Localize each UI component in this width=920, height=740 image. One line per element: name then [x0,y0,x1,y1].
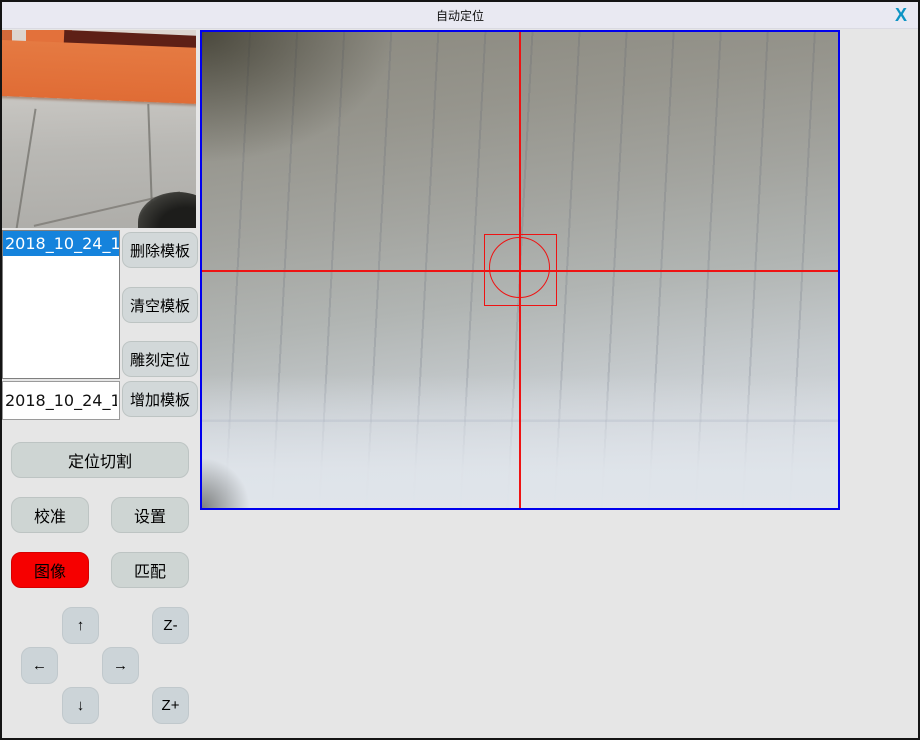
thumbnail-tile-line [147,104,152,204]
auto-position-dialog: 自动定位 X 2018_10_24_11 删除模板 清空模板 雕刻定位 增加模板… [0,0,920,740]
calibrate-button[interactable]: 校准 [11,497,89,533]
titlebar: 自动定位 X [2,2,918,29]
thumbnail-dark-object [138,192,196,228]
camera-live-view[interactable] [200,30,840,510]
jog-down-button[interactable]: ↓ [62,687,99,724]
delete-template-button[interactable]: 删除模板 [122,232,198,268]
settings-button[interactable]: 设置 [111,497,189,533]
jog-up-button[interactable]: ↑ [62,607,99,644]
thumbnail-tile-line [13,109,36,228]
close-icon[interactable]: X [889,3,913,27]
list-item[interactable]: 2018_10_24_11 [3,231,119,256]
jog-right-button[interactable]: → [102,647,139,684]
thumbnail-orange-beam [2,40,196,104]
image-button-active[interactable]: 图像 [11,552,89,588]
template-name-input[interactable] [2,381,120,420]
add-template-button[interactable]: 增加模板 [122,381,198,417]
match-button[interactable]: 匹配 [111,552,189,588]
jog-z-minus-button[interactable]: Z- [152,607,189,644]
jog-z-plus-button[interactable]: Z+ [152,687,189,724]
page-title: 自动定位 [436,7,484,24]
position-cut-button[interactable]: 定位切割 [11,442,189,478]
clear-templates-button[interactable]: 清空模板 [122,287,198,323]
jog-left-button[interactable]: ← [21,647,58,684]
template-thumbnail-image [2,30,196,228]
target-circle-overlay [489,237,550,298]
template-list[interactable]: 2018_10_24_11 [2,230,120,379]
engrave-position-button[interactable]: 雕刻定位 [122,341,198,377]
